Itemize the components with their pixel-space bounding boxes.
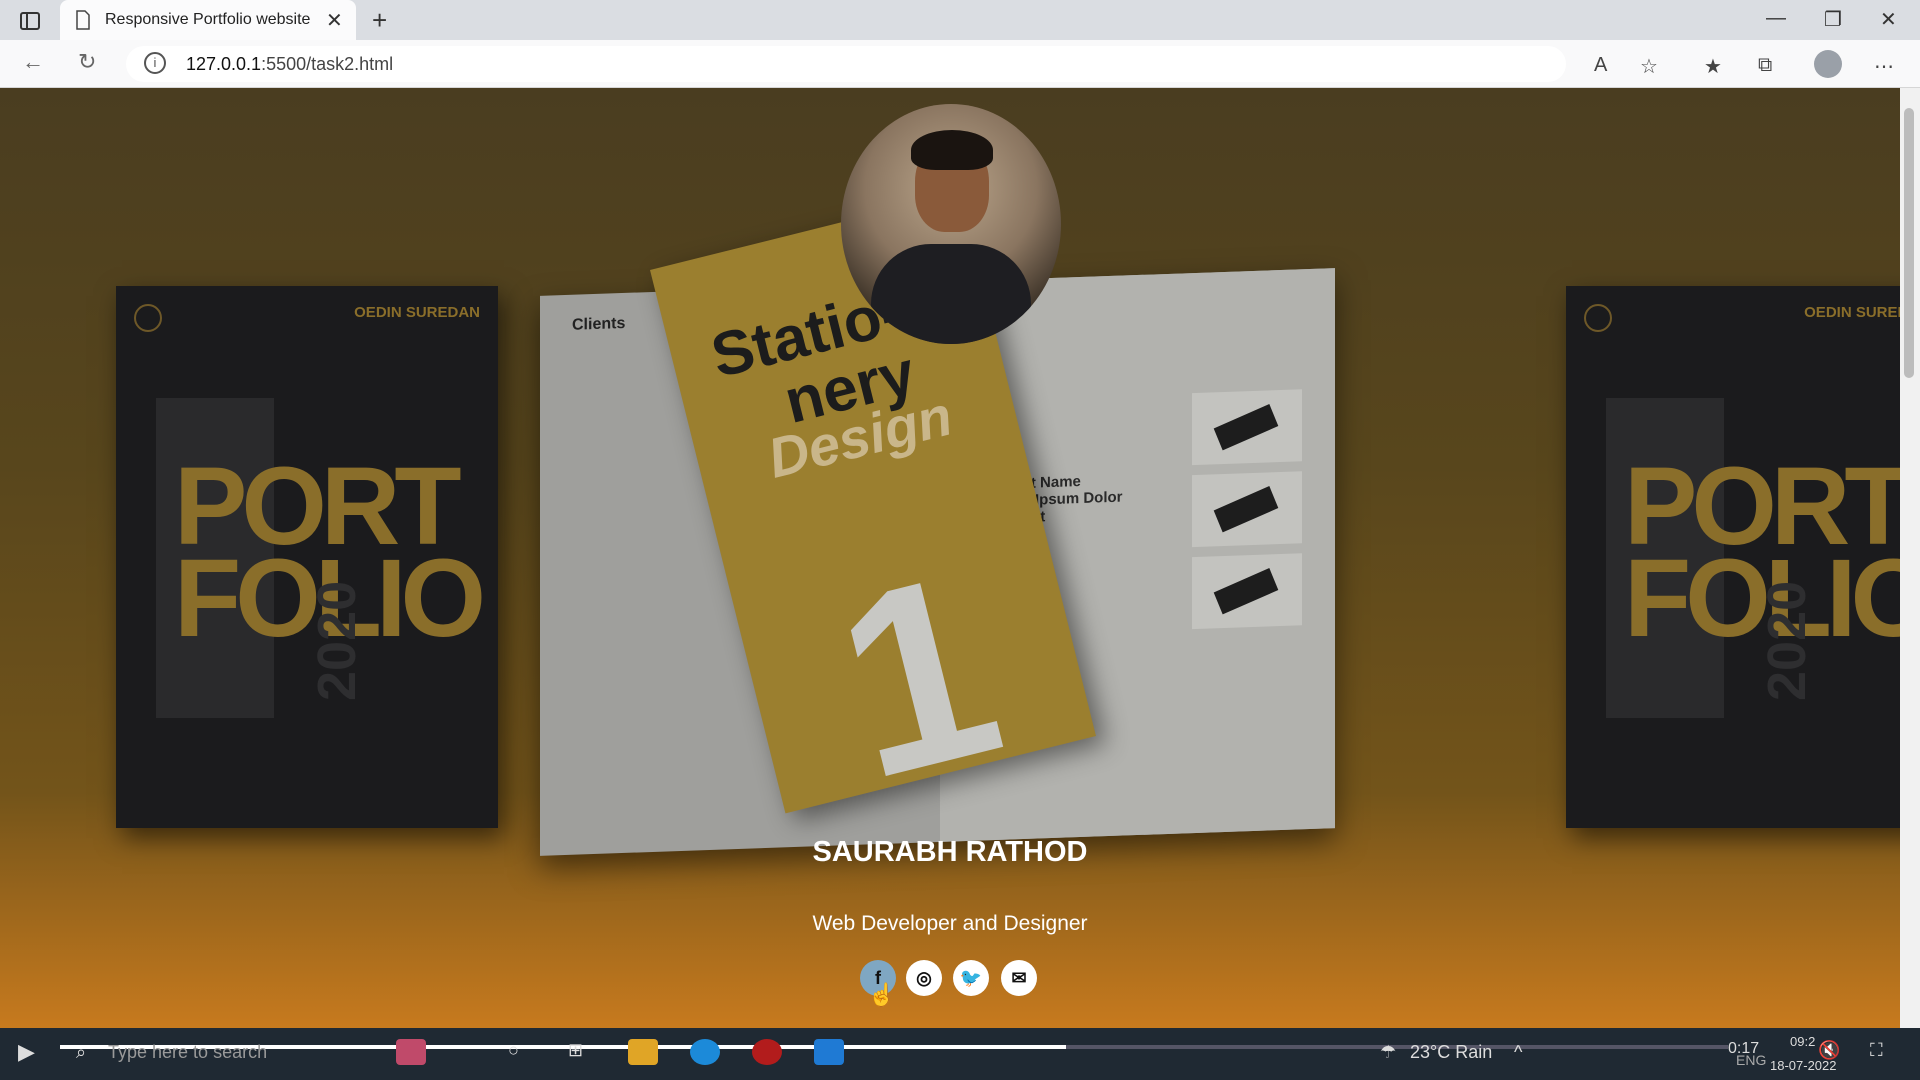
weather-text: 23°C Rain	[1410, 1042, 1493, 1062]
weather-icon: ☂	[1380, 1042, 1397, 1062]
portfolio-book-left: OEDIN SUREDAN PORT FOLIO 2020	[116, 286, 498, 828]
profile-role: Web Developer and Designer	[812, 912, 1088, 935]
taskbar-search[interactable]: Type here to search	[108, 1042, 267, 1063]
language-indicator: ENG	[1736, 1052, 1767, 1068]
photo-hair	[911, 130, 993, 170]
more-icon[interactable]: ⋯	[1874, 54, 1894, 79]
mockup-card	[1192, 553, 1302, 630]
twitter-link[interactable]: 🐦	[953, 960, 989, 996]
tab-active[interactable]: Responsive Portfolio website ✕	[60, 0, 356, 40]
close-tab-icon[interactable]: ✕	[326, 8, 343, 33]
search-icon: ⌕	[76, 1042, 87, 1062]
mockup-card	[1192, 389, 1302, 466]
mute-icon[interactable]: 🔇	[1818, 1040, 1840, 1061]
url-path: :5500/task2.html	[261, 54, 394, 74]
vscode-icon[interactable]	[814, 1039, 844, 1065]
profile-name: SAURABH RATHOD	[812, 836, 1088, 868]
task-view-icon[interactable]: ⊞	[568, 1040, 583, 1061]
profile-photo	[841, 104, 1061, 344]
info-icon[interactable]: i	[144, 52, 166, 74]
file-explorer-icon[interactable]	[628, 1039, 658, 1065]
tab-bar: Responsive Portfolio website ✕ + — ❐ ✕	[0, 0, 1920, 40]
url-text: 127.0.0.1:5500/task2.html	[186, 54, 393, 75]
book-year: 2020	[1757, 580, 1817, 701]
taskbar-widget-icon[interactable]	[396, 1039, 426, 1065]
twitter-icon: 🐦	[959, 968, 983, 988]
add-favorite-icon[interactable]: ☆	[1640, 54, 1658, 79]
book-brand: OEDIN SUREDAN	[354, 304, 480, 321]
play-icon[interactable]: ▶	[18, 1039, 35, 1065]
restore-icon[interactable]: ❐	[1824, 7, 1842, 32]
magazine-clients-heading: Clients	[572, 314, 626, 334]
app-icon[interactable]	[752, 1039, 782, 1065]
read-aloud-icon[interactable]: A	[1594, 54, 1607, 77]
page-icon	[76, 10, 90, 30]
tray-chevron-icon[interactable]: ^	[1514, 1042, 1522, 1063]
book-logo-icon	[1584, 304, 1612, 332]
tab-title: Responsive Portfolio website	[105, 11, 311, 28]
edge-icon[interactable]	[690, 1039, 720, 1065]
video-controls	[0, 1028, 1920, 1080]
book-logo-icon	[134, 304, 162, 332]
sidebar-toggle-icon[interactable]	[14, 9, 46, 33]
hand-cursor-icon: ☝	[868, 982, 896, 1007]
refresh-icon[interactable]: ↻	[78, 49, 96, 75]
mockup-card	[1192, 471, 1302, 548]
portfolio-book-right: OEDIN SUREDAN PORT FOLIO 2020	[1566, 286, 1920, 828]
instagram-icon: ◎	[916, 968, 932, 988]
photo-body	[871, 244, 1031, 344]
favorites-icon[interactable]: ★	[1704, 54, 1722, 79]
scrollbar-thumb[interactable]	[1904, 108, 1914, 378]
fullscreen-icon[interactable]: ⛶	[1870, 1040, 1883, 1061]
url-host: 127.0.0.1	[186, 54, 262, 74]
email-link[interactable]: ✉	[1001, 960, 1037, 996]
url-field[interactable]: i 127.0.0.1:5500/task2.html	[126, 46, 1566, 82]
instagram-link[interactable]: ◎	[906, 960, 942, 996]
back-icon[interactable]: ←	[22, 49, 44, 75]
collections-icon[interactable]: ⧉	[1758, 54, 1772, 77]
close-window-icon[interactable]: ✕	[1880, 7, 1897, 32]
clock: 09:2	[1790, 1034, 1816, 1049]
book-year: 2020	[307, 580, 367, 701]
fold-number: 1	[813, 517, 1024, 835]
email-icon: ✉	[1011, 968, 1027, 988]
profile-avatar[interactable]	[1814, 50, 1842, 78]
minimize-icon[interactable]: —	[1766, 7, 1786, 30]
cortana-icon[interactable]: ○	[508, 1040, 519, 1061]
new-tab-icon[interactable]: +	[372, 5, 387, 36]
address-bar: ← ↻ i 127.0.0.1:5500/task2.html A ☆ ★ ⧉ …	[0, 40, 1920, 88]
